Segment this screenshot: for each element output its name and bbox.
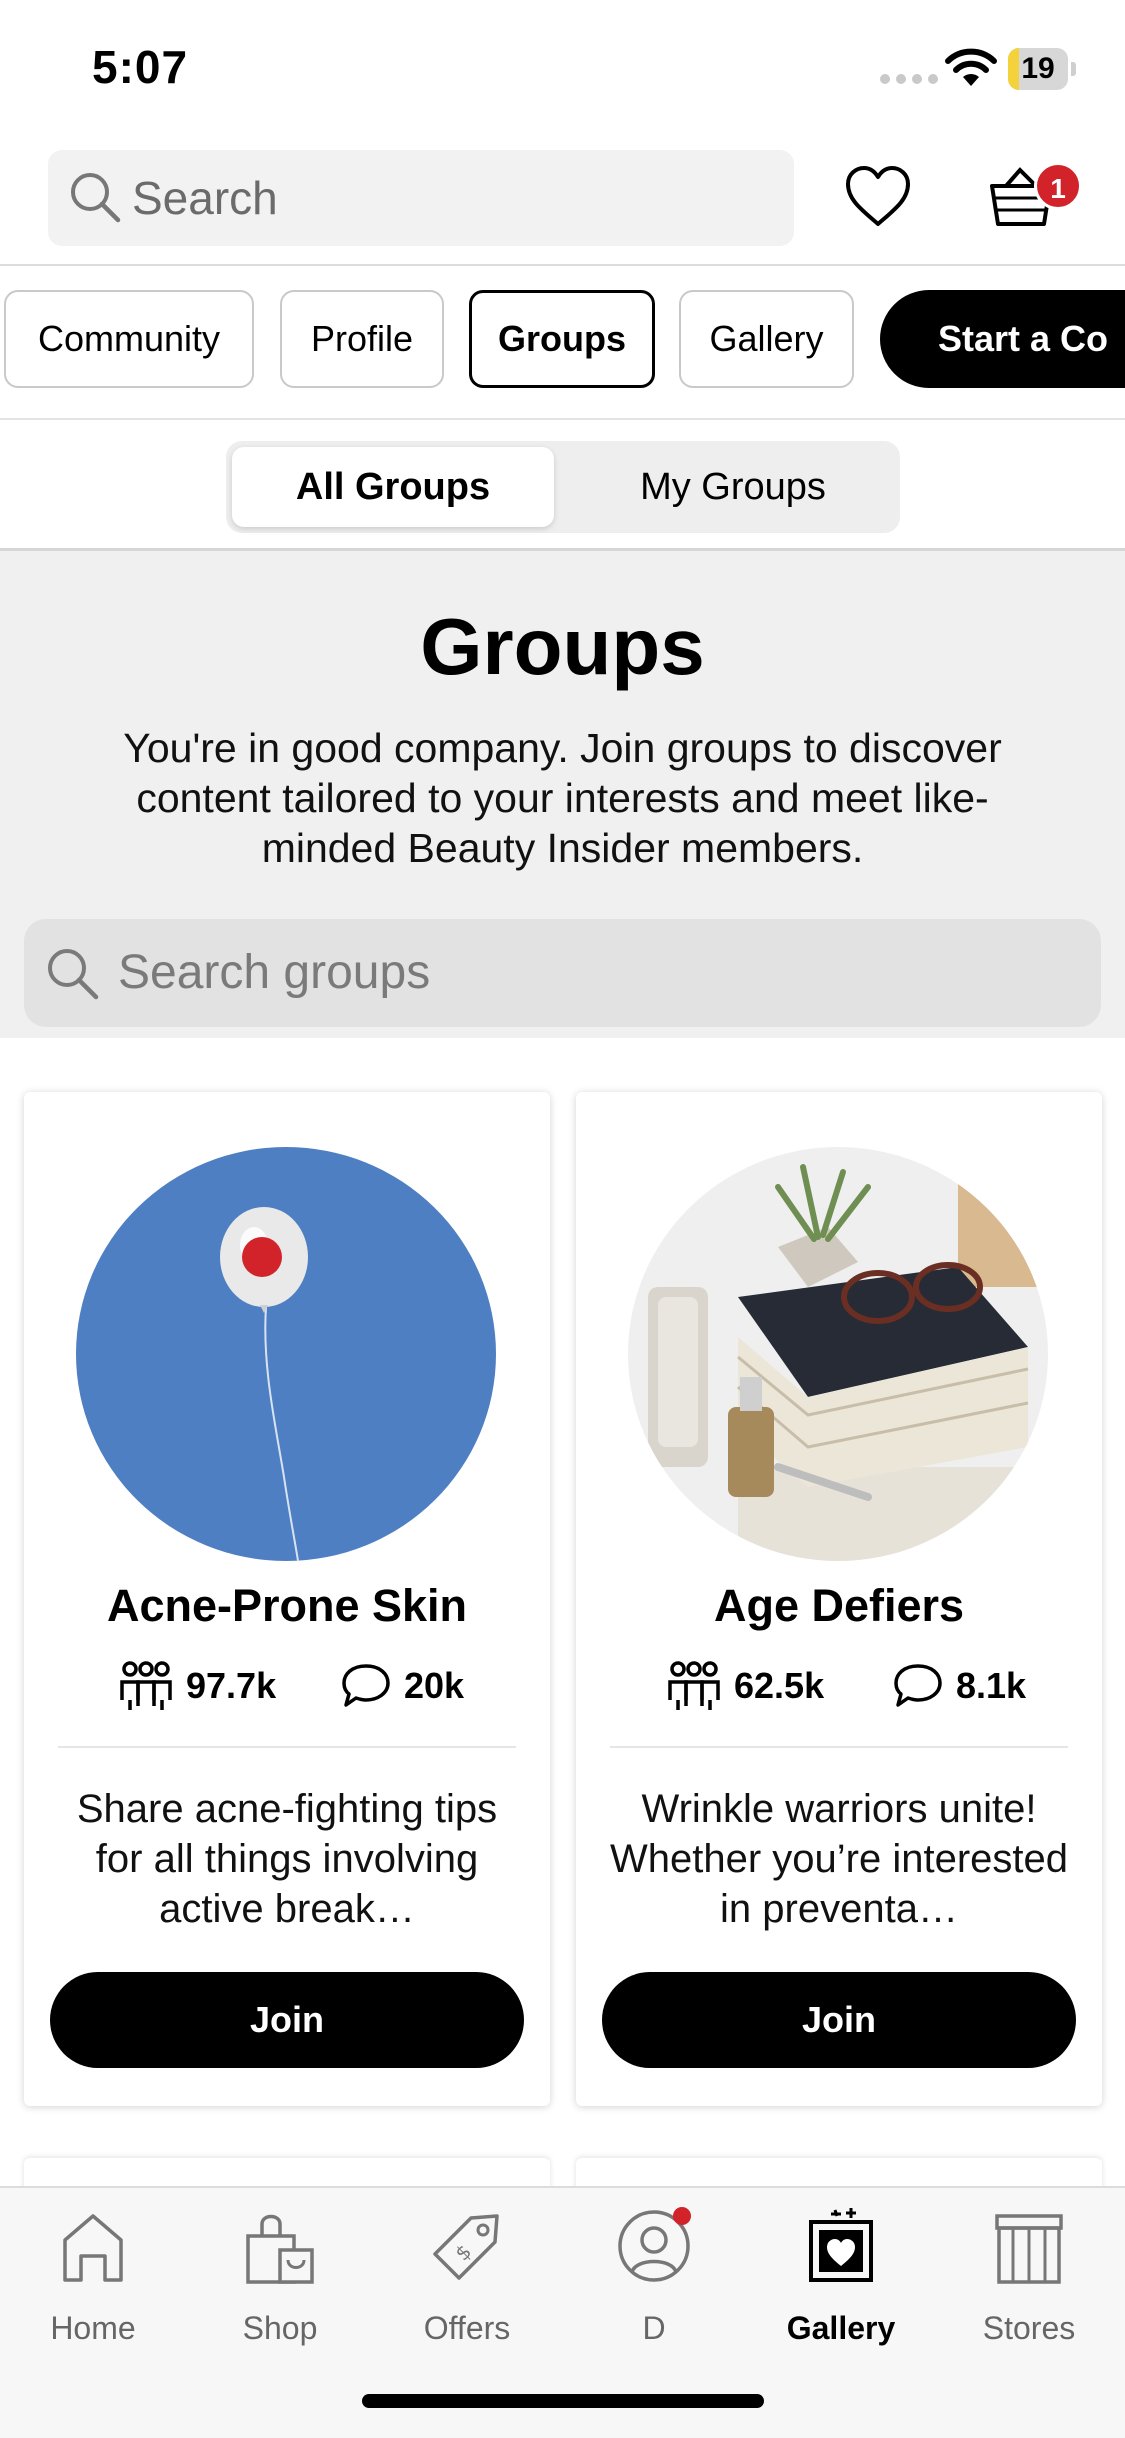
shopping-bag-icon <box>246 2214 314 2284</box>
cart-count-badge: 1 <box>1034 162 1082 210</box>
battery-icon: 19 <box>1008 48 1076 90</box>
svg-text:$: $ <box>450 2239 476 2265</box>
nav-label: Gallery <box>786 2310 896 2346</box>
nav-profile[interactable]: D <box>561 2206 747 2356</box>
comment-count: 8.1k <box>892 1656 1026 1716</box>
my-groups-tab[interactable]: My Groups <box>572 447 894 527</box>
divider <box>610 1746 1068 1748</box>
search-icon <box>48 949 99 1000</box>
tag-icon: $ <box>433 2214 499 2280</box>
nav-stores[interactable]: Stores <box>936 2206 1122 2356</box>
group-stats: 97.7k 20k <box>24 1656 550 1716</box>
groups-intro: Groups You're in good company. Join grou… <box>0 551 1125 1038</box>
group-stats: 62.5k 8.1k <box>576 1656 1102 1716</box>
search-placeholder: Search <box>132 172 278 224</box>
all-groups-tab[interactable]: All Groups <box>232 447 554 527</box>
wifi-icon <box>945 48 997 86</box>
profile-icon <box>618 2207 691 2282</box>
comment-icon <box>342 1664 390 1707</box>
nav-gallery[interactable]: Gallery <box>748 2206 934 2356</box>
group-description: Share acne-fighting tips for all things … <box>76 1787 498 1931</box>
home-indicator[interactable] <box>362 2394 764 2408</box>
nav-offers[interactable]: $ Offers <box>374 2206 560 2356</box>
signal-icon <box>880 74 938 84</box>
nav-shop[interactable]: Shop <box>187 2206 373 2356</box>
group-description: Wrinkle warriors unite! Whether you’re i… <box>609 1787 1068 1931</box>
members-icon <box>120 1661 172 1710</box>
comment-count-value: 20k <box>404 1665 465 1706</box>
heart-icon[interactable] <box>842 162 914 234</box>
group-card[interactable]: Age Defiers 62.5k 8.1k Wrinkle warriors … <box>576 1092 1102 2106</box>
divider <box>0 418 1125 420</box>
member-count-value: 62.5k <box>734 1665 825 1706</box>
store-icon <box>995 2214 1063 2284</box>
member-count: 62.5k <box>666 1656 824 1716</box>
comment-icon <box>894 1664 942 1707</box>
nav-label: D <box>642 2310 666 2346</box>
chip-community[interactable]: Community <box>4 290 254 388</box>
chip-groups[interactable]: Groups <box>469 290 655 388</box>
status-bar: 5:07 19 <box>0 0 1125 140</box>
search-icon <box>71 173 121 223</box>
group-image-books <box>628 1147 1048 1561</box>
join-button[interactable]: Join <box>602 1972 1076 2068</box>
start-conversation-button[interactable]: Start a Co <box>880 290 1125 388</box>
chip-gallery[interactable]: Gallery <box>679 290 854 388</box>
status-time: 5:07 <box>92 41 189 93</box>
divider <box>58 1746 516 1748</box>
nav-label: Home <box>50 2310 136 2346</box>
nav-home[interactable]: Home <box>0 2206 186 2356</box>
groups-segmented-control: All Groups My Groups <box>226 441 900 533</box>
chip-profile[interactable]: Profile <box>280 290 444 388</box>
join-button[interactable]: Join <box>50 1972 524 2068</box>
community-nav-chips: Community Profile Groups Gallery Start a… <box>0 290 1125 390</box>
page-title: Groups <box>420 602 705 691</box>
group-name: Acne-Prone Skin <box>106 1580 468 1631</box>
search-groups-placeholder: Search groups <box>118 946 431 999</box>
members-icon <box>668 1661 720 1710</box>
comment-count: 20k <box>340 1656 464 1716</box>
member-count: 97.7k <box>118 1656 276 1716</box>
nav-label: Stores <box>982 2310 1076 2346</box>
home-icon <box>63 2214 123 2282</box>
nav-label: Shop <box>242 2310 318 2346</box>
group-name: Age Defiers <box>713 1580 965 1631</box>
nav-label: Offers <box>423 2310 511 2346</box>
group-image-balloon <box>76 1147 496 1561</box>
battery-level: 19 <box>1021 52 1055 85</box>
groups-description: You're in good company. Join groups to d… <box>123 725 1002 871</box>
group-card[interactable]: Acne-Prone Skin 97.7k 20k Share acne-fig… <box>24 1092 550 2106</box>
gallery-icon <box>809 2208 873 2282</box>
search-bar[interactable]: Search <box>48 150 794 246</box>
search-groups-input[interactable]: Search groups <box>24 919 1101 1027</box>
comment-count-value: 8.1k <box>956 1665 1027 1706</box>
member-count-value: 97.7k <box>186 1665 277 1706</box>
divider <box>0 264 1125 266</box>
